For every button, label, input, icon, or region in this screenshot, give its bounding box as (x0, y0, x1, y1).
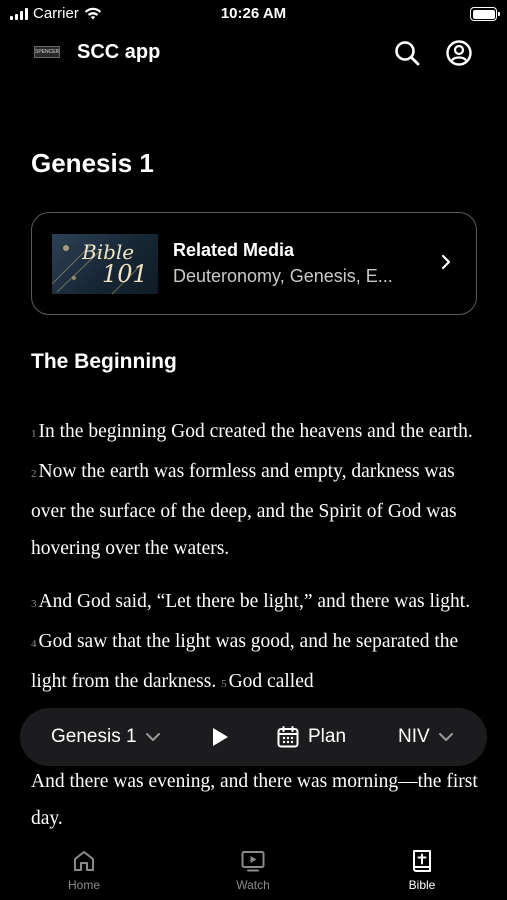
status-time: 10:26 AM (220, 5, 287, 22)
tab-label: Bible (408, 878, 436, 892)
tab-label: Home (67, 878, 100, 892)
version-selector[interactable]: NIV (398, 708, 454, 766)
play-button[interactable] (210, 708, 230, 766)
section-heading: The Beginning (31, 350, 177, 373)
verse-text: In the beginning God created the heavens… (38, 421, 473, 442)
page-title: Genesis 1 (31, 148, 154, 178)
tab-home[interactable]: Home (44, 848, 124, 892)
scripture-text: 1 In the beginning God created the heaven… (31, 413, 481, 719)
thumbnail-title: Bible (82, 240, 135, 264)
scripture-tail: And there was evening, and there was mor… (31, 771, 478, 829)
verse-number: 5 (221, 678, 227, 690)
verse-text: God called (228, 671, 314, 692)
verse-number: 2 (31, 468, 37, 480)
status-bar: Carrier 10:26 AM (0, 0, 507, 30)
related-media-title: Related Media (173, 240, 295, 260)
chevron-down-icon (145, 733, 160, 741)
verse-number: 1 (31, 428, 37, 440)
chevron-right-icon (441, 254, 451, 270)
scripture-paragraph: 3 And God said, “Let there be light,” and… (31, 583, 481, 703)
scripture-paragraph: 1 In the beginning God created the heaven… (31, 413, 481, 567)
calendar-icon (277, 726, 299, 748)
verse-number: 3 (31, 598, 37, 610)
home-icon (74, 851, 94, 871)
search-icon (395, 41, 420, 66)
related-media-card[interactable]: Bible 101 Related Media Deuteronomy, Gen… (31, 212, 477, 315)
app-header: SPENCER SCC app (0, 32, 507, 74)
reader-toolbar: Genesis 1 Plan NIV (20, 708, 487, 766)
tab-label: Watch (236, 878, 270, 892)
chapter-selector[interactable]: Genesis 1 (51, 708, 161, 766)
chapter-label: Genesis 1 (51, 726, 137, 747)
thumbnail-number: 101 (102, 260, 148, 288)
related-media-subtitle: Deuteronomy, Genesis, E... (173, 266, 393, 286)
chevron-down-icon (438, 733, 453, 741)
tab-bible[interactable]: Bible (382, 848, 462, 892)
play-icon (213, 728, 228, 746)
tab-watch[interactable]: Watch (213, 848, 293, 892)
verse-text: Now the earth was formless and empty, da… (31, 461, 457, 559)
plan-button[interactable]: Plan (276, 708, 346, 766)
tab-bar: Home Watch Bible (0, 840, 507, 900)
tv-icon (241, 851, 265, 872)
search-button[interactable] (392, 38, 422, 68)
verse-text: And God said, “Let there be light,” and … (38, 591, 471, 612)
plan-label: Plan (308, 726, 347, 747)
app-title: SCC app (77, 41, 161, 63)
verse-number: 4 (31, 638, 37, 650)
battery-icon (470, 7, 500, 21)
related-media-thumbnail: Bible 101 (52, 234, 158, 294)
bible-icon (413, 850, 431, 872)
version-label: NIV (398, 726, 430, 747)
app-logo: SPENCER (34, 46, 60, 58)
profile-button[interactable] (444, 38, 474, 68)
profile-icon (446, 40, 472, 66)
